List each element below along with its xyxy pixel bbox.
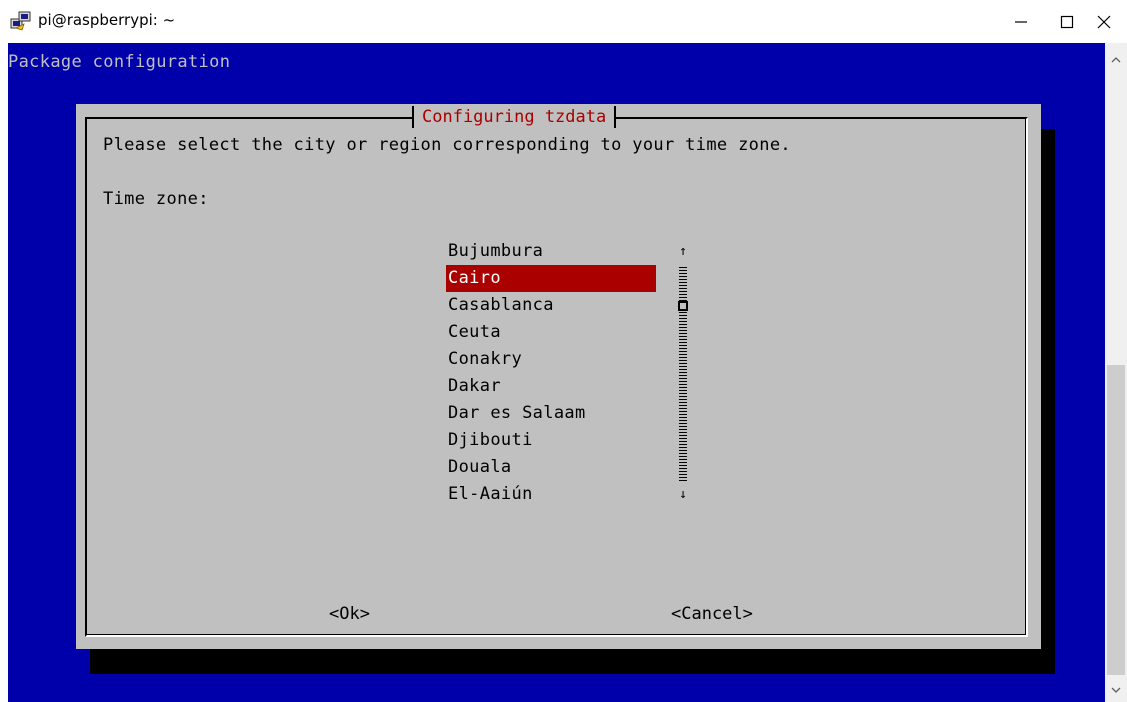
list-scroll-track[interactable] [679,265,687,481]
terminal-screen[interactable]: Package configuration Configuring tzdata… [8,43,1105,702]
list-item-ceuta[interactable]: Ceuta [446,319,656,346]
list-item-casablanca[interactable]: Casablanca [446,292,656,319]
window-title: pi@raspberrypi: ~ [38,11,176,29]
cancel-button[interactable]: <Cancel> [671,604,753,624]
list-item-bujumbura[interactable]: Bujumbura [446,238,656,265]
list-item-cairo[interactable]: Cairo [446,265,656,292]
dialog-title: Configuring tzdata [412,106,617,128]
list-item-douala[interactable]: Douala [446,454,656,481]
list-item-el-aaiun[interactable]: El-Aaiún [446,481,656,508]
window-scrollbar[interactable] [1105,43,1127,702]
list-item-djibouti[interactable]: Djibouti [446,427,656,454]
list-item-dar-es-salaam[interactable]: Dar es Salaam [446,400,656,427]
list-item-dakar[interactable]: Dakar [446,373,656,400]
chevron-up-icon[interactable] [1105,49,1127,71]
close-icon [1097,15,1111,28]
terminal-header: Package configuration [8,52,231,72]
scroll-up-icon[interactable]: ↑ [676,238,690,265]
time-zone-label: Time zone: [103,189,209,209]
close-button[interactable] [1081,0,1127,43]
ok-button[interactable]: <Ok> [329,604,370,624]
list-item-conakry[interactable]: Conakry [446,346,656,373]
putty-icon [10,11,31,31]
list-scroll-thumb[interactable] [678,301,688,311]
list-scrollbar[interactable]: ↑ ↓ [676,238,690,508]
time-zone-list[interactable]: Bujumbura Cairo Casablanca Ceuta Conakry… [446,238,656,508]
window-scroll-thumb[interactable] [1107,365,1125,675]
tzdata-dialog: Configuring tzdata Please select the cit… [76,104,1041,649]
scroll-down-icon[interactable]: ↓ [676,481,690,508]
maximize-icon [1060,15,1074,28]
minimize-icon [1015,20,1027,23]
chevron-down-icon[interactable] [1105,679,1127,701]
minimize-button[interactable] [998,0,1044,43]
window-titlebar: pi@raspberrypi: ~ [0,0,1127,43]
dialog-prompt: Please select the city or region corresp… [103,135,792,155]
